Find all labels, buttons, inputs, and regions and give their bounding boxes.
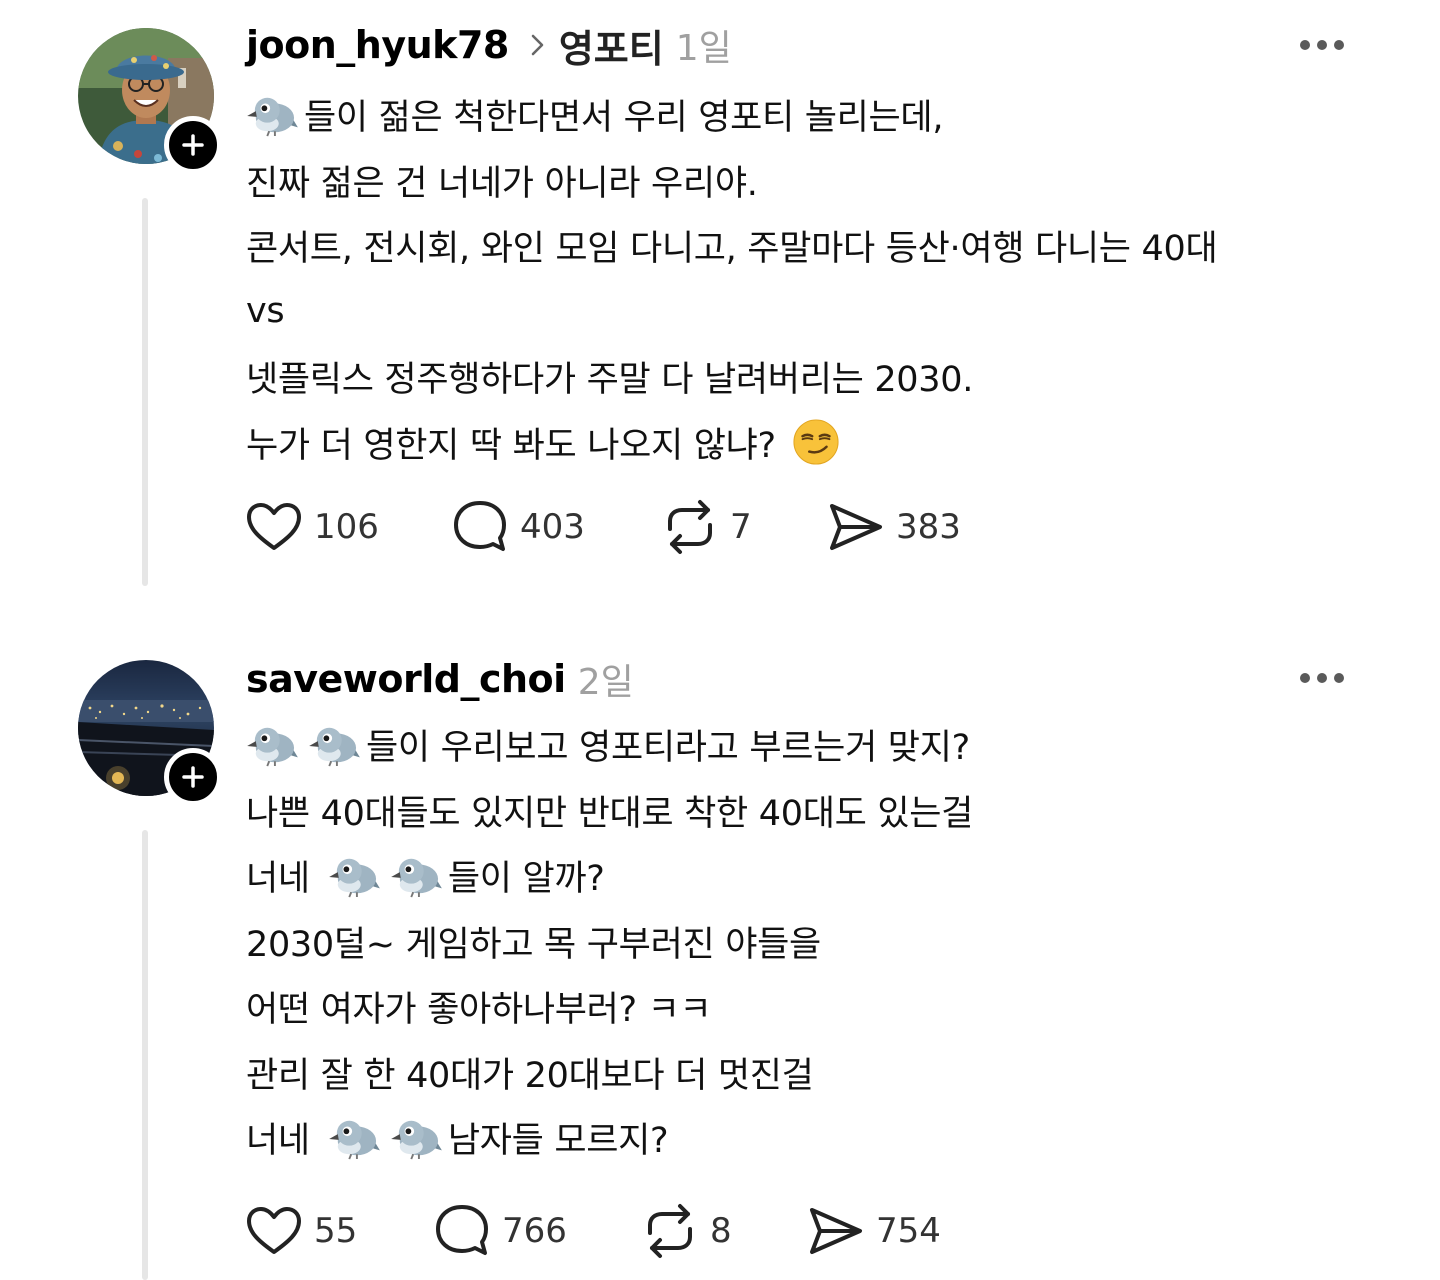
repost-button[interactable]: 8 <box>642 1201 732 1261</box>
bird-emoji <box>328 1116 382 1160</box>
plus-icon <box>182 134 204 156</box>
like-count: 55 <box>314 1211 358 1251</box>
thread-post: saveworld_choi 2일 들이 우리보고 영포티라고 부르는거 맞지?… <box>0 640 1440 1280</box>
share-count: 383 <box>896 507 961 547</box>
more-horizontal-icon[interactable] <box>1300 38 1344 52</box>
timestamp: 1일 <box>675 28 732 69</box>
send-icon <box>828 502 884 552</box>
comment-button[interactable]: 403 <box>452 497 585 557</box>
like-button[interactable]: 55 <box>246 1201 357 1261</box>
bird-emoji <box>328 854 382 898</box>
smirking-face-emoji <box>792 418 840 466</box>
post-text-line: 너네 들이 알까? <box>246 843 1366 909</box>
post-text-line: 넷플릭스 정주행하다가 주말 다 날려버리는 2030. <box>246 360 974 401</box>
post-text-line: 누가 더 영한지 딱 봐도 나오지 않냐? <box>246 410 1366 476</box>
post-text-line: 너네 남자들 모르지? <box>246 1105 1366 1171</box>
thread-post: joon_hyuk78 영포티 1일 들이 젊은 척한다면서 우리 영포티 놀리… <box>0 0 1440 600</box>
repost-icon <box>642 1203 698 1259</box>
bird-emoji <box>246 93 300 137</box>
repost-icon <box>662 499 718 555</box>
topic-tag[interactable]: 영포티 <box>559 18 664 73</box>
avatar-container[interactable] <box>78 28 222 174</box>
comment-count: 766 <box>502 1211 567 1251</box>
follow-button[interactable] <box>164 748 222 806</box>
username[interactable]: saveworld_choi <box>246 657 566 701</box>
thread-line <box>142 198 148 586</box>
share-count: 754 <box>876 1211 941 1251</box>
repost-count: 7 <box>730 507 752 547</box>
post-text-line: 2030덜~ 게임하고 목 구부러진 야들을 <box>246 924 821 965</box>
speech-bubble-icon <box>434 1203 490 1259</box>
like-count: 106 <box>314 507 379 547</box>
post-text-line: 관리 잘 한 40대가 20대보다 더 멋진걸 <box>246 1055 814 1096</box>
post-text-line: vs <box>246 291 285 332</box>
username[interactable]: joon_hyuk78 <box>246 23 509 67</box>
bird-emoji <box>246 723 300 767</box>
heart-icon <box>246 502 302 552</box>
bird-emoji <box>390 854 444 898</box>
repost-count: 8 <box>710 1211 732 1251</box>
post-text-line: 콘서트, 전시회, 와인 모임 다니고, 주말마다 등산·여행 다니는 40대 <box>246 229 1218 270</box>
post-text-line: 들이 젊은 척한다면서 우리 영포티 놀리는데, <box>246 82 1366 148</box>
timestamp: 2일 <box>577 662 634 703</box>
heart-icon <box>246 1206 302 1256</box>
follow-button[interactable] <box>164 116 222 174</box>
share-button[interactable]: 383 <box>828 497 961 557</box>
chevron-right-icon <box>531 34 545 56</box>
send-icon <box>808 1206 864 1256</box>
post-body: 들이 젊은 척한다면서 우리 영포티 놀리는데, 진짜 젊은 건 너네가 아니라… <box>246 82 1366 475</box>
more-horizontal-icon[interactable] <box>1300 671 1344 685</box>
post-body: 들이 우리보고 영포티라고 부르는거 맞지? 나쁜 40대들도 있지만 반대로 … <box>246 712 1366 1171</box>
avatar-container[interactable] <box>78 660 222 806</box>
post-header: saveworld_choi 2일 <box>246 654 634 704</box>
plus-icon <box>182 766 204 788</box>
speech-bubble-icon <box>452 499 508 555</box>
comment-count: 403 <box>520 507 585 547</box>
post-text-line: 진짜 젊은 건 너네가 아니라 우리야. <box>246 163 758 204</box>
comment-button[interactable]: 766 <box>434 1201 567 1261</box>
thread-line <box>142 830 148 1280</box>
post-header: joon_hyuk78 영포티 1일 <box>246 18 732 73</box>
post-text-line: 나쁜 40대들도 있지만 반대로 착한 40대도 있는걸 <box>246 793 974 834</box>
post-text-line: 들이 우리보고 영포티라고 부르는거 맞지? <box>246 712 1366 778</box>
post-text-line: 어떤 여자가 좋아하나부러? ㅋㅋ <box>246 990 712 1031</box>
bird-emoji <box>390 1116 444 1160</box>
repost-button[interactable]: 7 <box>662 497 752 557</box>
share-button[interactable]: 754 <box>808 1201 941 1261</box>
bird-emoji <box>308 723 362 767</box>
like-button[interactable]: 106 <box>246 497 379 557</box>
